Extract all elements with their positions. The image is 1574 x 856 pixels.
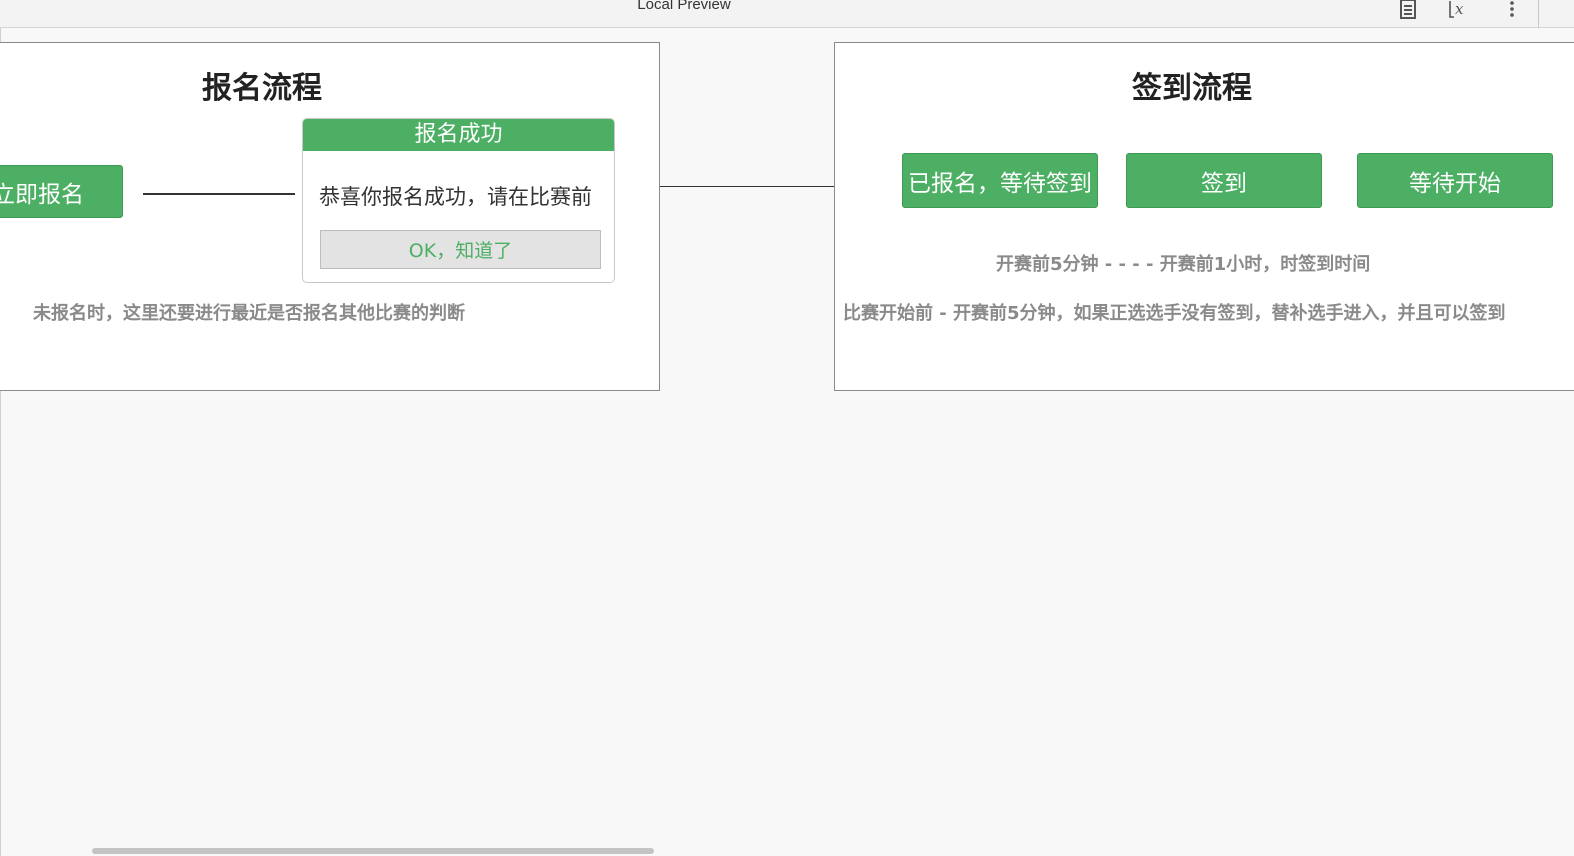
toolbar-divider	[1538, 0, 1539, 28]
checkin-time-note: 开赛前5分钟 - - - - 开赛前1小时，时签到时间	[996, 254, 1371, 275]
substitute-note: 比赛开始前 - 开赛前5分钟，如果正选选手没有签到，替补选手进入，并且可以签到	[843, 303, 1506, 324]
flow-connector	[143, 193, 295, 195]
document-icon[interactable]	[1396, 0, 1420, 21]
preview-title: Local Preview	[637, 0, 731, 13]
signup-flow-title: 报名流程	[202, 71, 322, 106]
checkin-flow-panel: 签到流程 已报名，等待签到 签到 等待开始 开赛前5分钟 - - - - 开赛前…	[834, 42, 1574, 391]
signup-note: 未报名时，这里还要进行最近是否报名其他比赛的判断	[33, 303, 465, 324]
registered-waiting-checkin-button[interactable]: 已报名，等待签到	[902, 153, 1098, 208]
checkin-flow-title: 签到流程	[1132, 71, 1252, 106]
svg-text:x: x	[1455, 0, 1464, 18]
dialog-message: 恭喜你报名成功，请在比赛前1小时内确认参赛	[319, 185, 592, 209]
more-vertical-icon[interactable]	[1500, 0, 1524, 21]
signup-success-dialog: 报名成功 恭喜你报名成功，请在比赛前1小时内确认参赛 OK，知道了	[302, 118, 615, 283]
panel-connector	[660, 186, 835, 187]
signup-flow-panel: 报名流程 立即报名 报名成功 恭喜你报名成功，请在比赛前1小时内确认参赛 OK，…	[0, 42, 660, 391]
function-icon[interactable]: x	[1447, 0, 1471, 21]
dialog-header: 报名成功	[303, 119, 614, 151]
horizontal-scrollbar[interactable]	[92, 848, 654, 854]
checkin-button[interactable]: 签到	[1126, 153, 1322, 208]
dialog-ok-button[interactable]: OK，知道了	[320, 230, 601, 269]
preview-toolbar: Local Preview x	[0, 0, 1574, 28]
waiting-start-button[interactable]: 等待开始	[1357, 153, 1553, 208]
signup-now-button[interactable]: 立即报名	[0, 165, 123, 218]
